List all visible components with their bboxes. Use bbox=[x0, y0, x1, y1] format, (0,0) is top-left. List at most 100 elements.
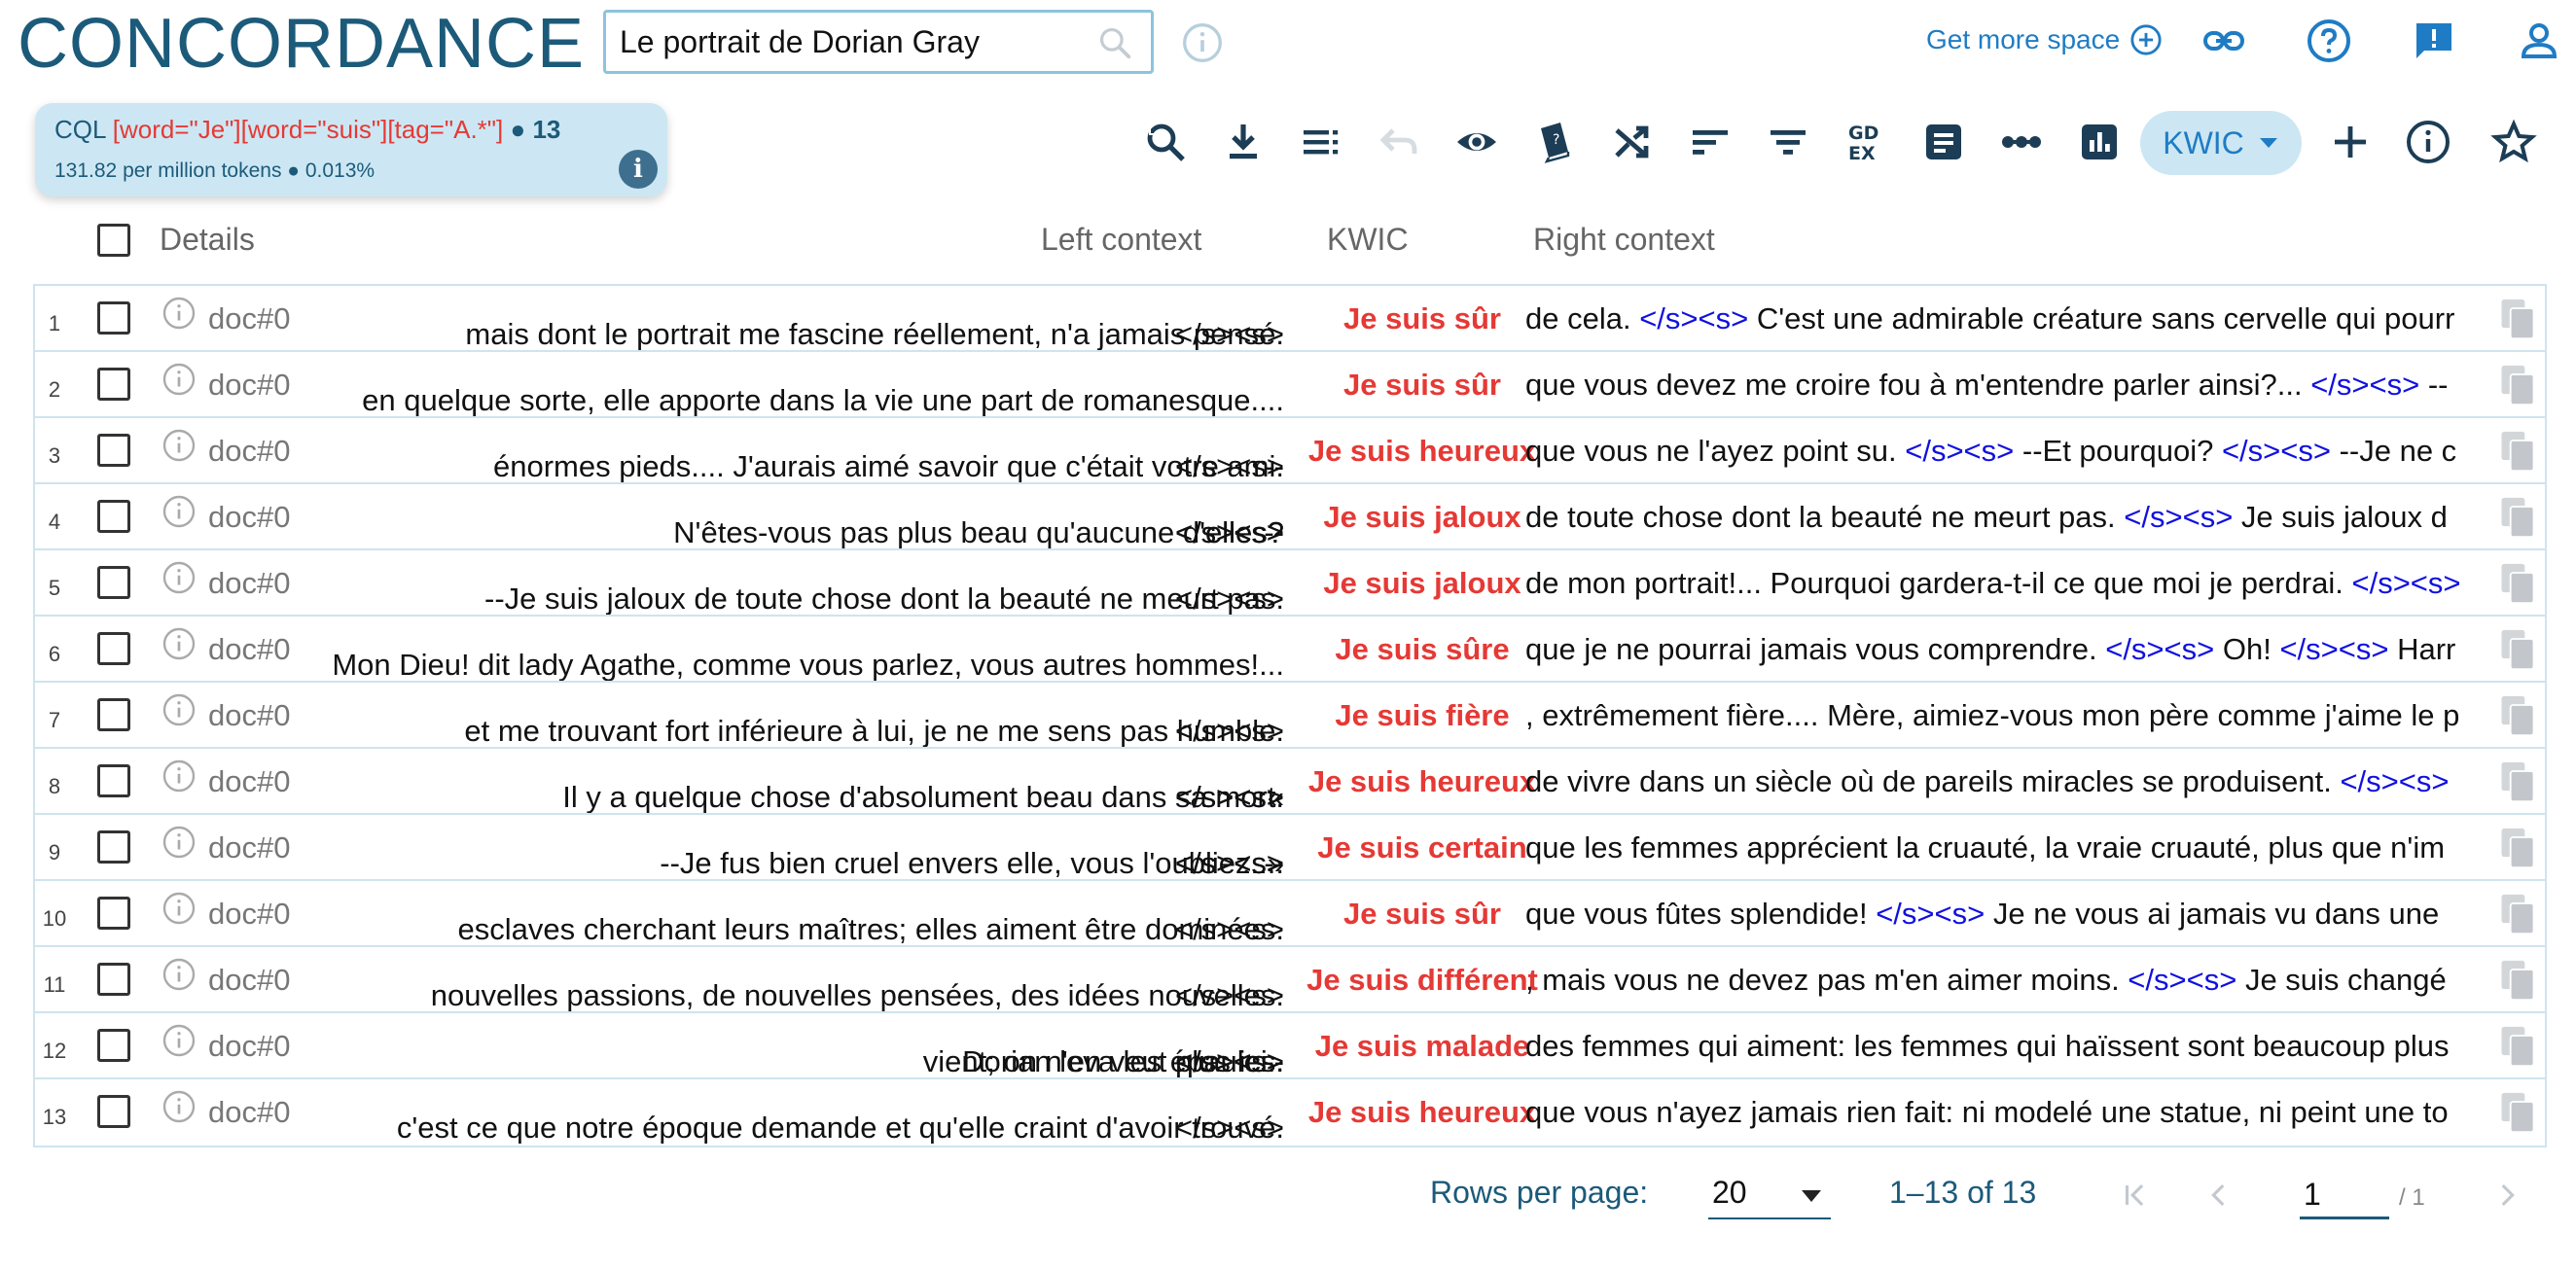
copy-icon[interactable] bbox=[2496, 626, 2539, 673]
table-row[interactable]: 5 doc#0 --Je suis jaloux de toute chose do… bbox=[35, 550, 2545, 617]
search-info-icon[interactable] bbox=[1181, 21, 1224, 64]
header-kwic[interactable]: KWIC bbox=[1327, 222, 1409, 258]
row-info-icon[interactable] bbox=[161, 428, 197, 463]
table-row[interactable]: 2 doc#0 en quelque sorte, elle apporte dan… bbox=[35, 352, 2545, 418]
collocation-icon[interactable] bbox=[1998, 119, 2045, 165]
next-page-icon[interactable] bbox=[2490, 1179, 2523, 1212]
header-right-context[interactable]: Right context bbox=[1533, 222, 1715, 258]
copy-icon[interactable] bbox=[2496, 428, 2539, 475]
copy-icon[interactable] bbox=[2496, 891, 2539, 937]
row-checkbox[interactable] bbox=[97, 632, 130, 665]
view-mode-dropdown[interactable]: KWIC bbox=[2140, 111, 2302, 175]
get-more-space-link[interactable]: Get more space bbox=[1926, 23, 2163, 56]
row-checkbox[interactable] bbox=[97, 1029, 130, 1062]
sort-icon[interactable] bbox=[1687, 119, 1734, 165]
row-checkbox[interactable] bbox=[97, 897, 130, 930]
document-icon[interactable] bbox=[1920, 119, 1967, 165]
list-view-icon[interactable] bbox=[1298, 119, 1344, 165]
row-doc-id[interactable]: doc#0 bbox=[208, 368, 290, 403]
row-doc-id[interactable]: doc#0 bbox=[208, 1029, 290, 1064]
row-checkbox[interactable] bbox=[97, 500, 130, 533]
copy-icon[interactable] bbox=[2496, 362, 2539, 408]
table-row[interactable]: 9 doc#0 ...» </s><s> --Je fus bien cruel e… bbox=[35, 815, 2545, 881]
row-info-icon[interactable] bbox=[161, 825, 197, 860]
row-doc-id[interactable]: doc#0 bbox=[208, 500, 290, 535]
copy-icon[interactable] bbox=[2496, 1023, 2539, 1070]
help-icon[interactable] bbox=[2306, 18, 2352, 64]
info-icon[interactable] bbox=[2405, 119, 2451, 165]
table-row[interactable]: 13 doc#0 c'est ce que notre époque demande… bbox=[35, 1079, 2545, 1146]
row-checkbox[interactable] bbox=[97, 368, 130, 401]
row-doc-id[interactable]: doc#0 bbox=[208, 566, 290, 601]
table-row[interactable]: 3 doc#0 énormes pieds.... J'aurais aimé sa… bbox=[35, 418, 2545, 484]
row-checkbox[interactable] bbox=[97, 566, 130, 599]
header-left-context[interactable]: Left context bbox=[1041, 222, 1201, 258]
shuffle-icon[interactable] bbox=[1609, 119, 1656, 165]
undo-icon[interactable] bbox=[1376, 119, 1422, 165]
download-icon[interactable] bbox=[1220, 119, 1267, 165]
frequency-chart-icon[interactable] bbox=[2076, 119, 2123, 165]
row-doc-id[interactable]: doc#0 bbox=[208, 434, 290, 469]
table-row[interactable]: 4 doc#0 elles? </s><s> N'êtes-vous pas plu… bbox=[35, 484, 2545, 550]
row-info-icon[interactable] bbox=[161, 957, 197, 992]
row-info-icon[interactable] bbox=[161, 362, 197, 397]
copy-icon[interactable] bbox=[2496, 1089, 2539, 1136]
cql-info-icon[interactable]: i bbox=[619, 150, 658, 189]
row-doc-id[interactable]: doc#0 bbox=[208, 301, 290, 336]
row-checkbox[interactable] bbox=[97, 698, 130, 731]
table-row[interactable]: 7 doc#0 et me trouvant fort inférieure à l… bbox=[35, 683, 2545, 749]
header-details[interactable]: Details bbox=[160, 222, 255, 258]
row-doc-id[interactable]: doc#0 bbox=[208, 764, 290, 799]
add-icon[interactable] bbox=[2327, 119, 2374, 165]
gdex-icon[interactable]: GDEX bbox=[1843, 119, 1889, 165]
table-row[interactable]: 10 doc#0 esclaves cherchant leurs maîtres;… bbox=[35, 881, 2545, 947]
row-doc-id[interactable]: doc#0 bbox=[208, 698, 290, 733]
search-icon[interactable] bbox=[1096, 24, 1133, 61]
row-doc-id[interactable]: doc#0 bbox=[208, 897, 290, 932]
row-checkbox[interactable] bbox=[97, 301, 130, 335]
row-checkbox[interactable] bbox=[97, 764, 130, 797]
table-row[interactable]: 8 doc#0 </s><s> Il y a quelque chose d'abs… bbox=[35, 749, 2545, 815]
first-page-icon[interactable] bbox=[2119, 1179, 2152, 1212]
copy-icon[interactable] bbox=[2496, 296, 2539, 342]
feedback-icon[interactable] bbox=[2411, 18, 2457, 64]
rows-per-page-select[interactable]: 20 bbox=[1708, 1169, 1831, 1219]
row-checkbox[interactable] bbox=[97, 830, 130, 864]
table-row[interactable]: 12 doc#0 vient; on n'en veut plus ici.. </… bbox=[35, 1013, 2545, 1079]
copy-icon[interactable] bbox=[2496, 957, 2539, 1004]
row-doc-id[interactable]: doc#0 bbox=[208, 1095, 290, 1130]
row-info-icon[interactable] bbox=[161, 1089, 197, 1124]
account-icon[interactable] bbox=[2516, 18, 2562, 64]
row-checkbox[interactable] bbox=[97, 963, 130, 996]
star-icon[interactable] bbox=[2490, 119, 2537, 165]
search-box[interactable] bbox=[603, 10, 1154, 74]
row-info-icon[interactable] bbox=[161, 494, 197, 529]
filter-icon[interactable] bbox=[1765, 119, 1811, 165]
dictionary-icon[interactable]: ? bbox=[1531, 119, 1578, 165]
row-checkbox[interactable] bbox=[97, 1095, 130, 1128]
row-doc-id[interactable]: doc#0 bbox=[208, 830, 290, 865]
previous-page-icon[interactable] bbox=[2202, 1179, 2236, 1212]
copy-icon[interactable] bbox=[2496, 825, 2539, 871]
eye-icon[interactable] bbox=[1453, 119, 1500, 165]
table-row[interactable]: 11 doc#0 nouvelles passions, de nouvelles … bbox=[35, 947, 2545, 1013]
row-info-icon[interactable] bbox=[161, 296, 197, 331]
row-checkbox[interactable] bbox=[97, 434, 130, 467]
link-icon[interactable] bbox=[2200, 18, 2247, 64]
search-input[interactable] bbox=[606, 13, 1073, 71]
copy-icon[interactable] bbox=[2496, 494, 2539, 541]
row-info-icon[interactable] bbox=[161, 626, 197, 661]
page-number-input[interactable]: 1 bbox=[2300, 1169, 2389, 1219]
row-doc-id[interactable]: doc#0 bbox=[208, 632, 290, 667]
zoom-search-icon[interactable] bbox=[1142, 119, 1189, 165]
copy-icon[interactable] bbox=[2496, 692, 2539, 739]
select-all-checkbox[interactable] bbox=[97, 224, 130, 257]
row-info-icon[interactable] bbox=[161, 692, 197, 727]
row-info-icon[interactable] bbox=[161, 758, 197, 794]
row-info-icon[interactable] bbox=[161, 560, 197, 595]
row-info-icon[interactable] bbox=[161, 1023, 197, 1058]
row-doc-id[interactable]: doc#0 bbox=[208, 963, 290, 998]
table-row[interactable]: 6 doc#0 Mon Dieu! dit lady Agathe, comme v… bbox=[35, 617, 2545, 683]
copy-icon[interactable] bbox=[2496, 560, 2539, 607]
copy-icon[interactable] bbox=[2496, 758, 2539, 805]
